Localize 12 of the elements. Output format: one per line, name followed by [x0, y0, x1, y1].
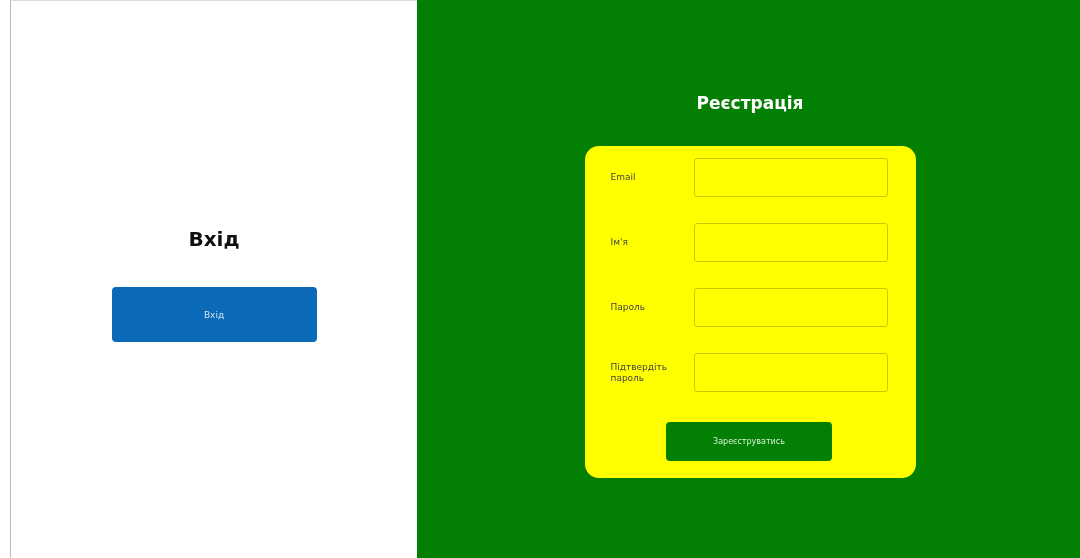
- login-title: Вхід: [188, 227, 240, 251]
- input-field[interactable]: [693, 158, 888, 197]
- register-button[interactable]: Зареєструватись: [666, 422, 832, 461]
- register-title: Реєстрація: [696, 93, 804, 113]
- field-label: Ім'я: [610, 237, 629, 248]
- field-label: Email: [610, 172, 637, 183]
- login-button[interactable]: Вхід: [111, 287, 317, 342]
- input-field[interactable]: [693, 288, 888, 327]
- field-label: Підтвердіть пароль: [610, 361, 669, 384]
- field-label: Пароль: [610, 302, 647, 313]
- input-field[interactable]: [693, 223, 888, 262]
- input-field[interactable]: [693, 353, 888, 392]
